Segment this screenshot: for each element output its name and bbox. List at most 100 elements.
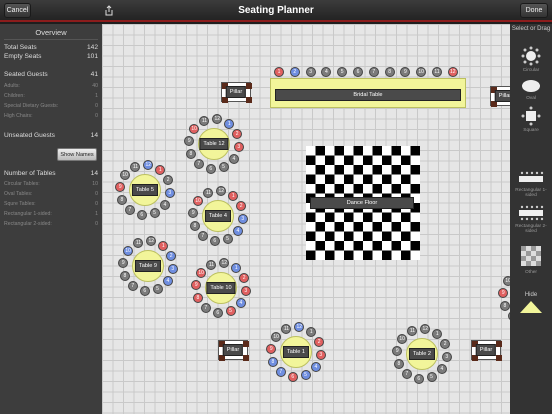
table-label: Table 10 — [206, 282, 236, 294]
cancel-button[interactable]: Cancel — [4, 3, 31, 18]
seat[interactable]: 5 — [149, 208, 160, 219]
seat[interactable]: 7 — [200, 302, 211, 313]
pillar-corner — [246, 83, 252, 89]
unseated-guests-row: Unseated Guests 14 — [4, 132, 98, 139]
bridal-seat[interactable]: 6 — [353, 67, 363, 77]
seat[interactable]: 6 — [413, 373, 424, 384]
seat[interactable]: 9 — [266, 343, 277, 354]
seat[interactable]: 8 — [119, 270, 130, 281]
seat[interactable]: 3 — [167, 264, 178, 275]
pillar-label: Pillar — [225, 86, 247, 98]
seat[interactable]: 3 — [240, 286, 251, 297]
seat[interactable]: 6 — [287, 371, 298, 382]
palette-title: Select or Drag — [511, 26, 551, 32]
seat[interactable]: 9 — [498, 287, 509, 298]
seat[interactable]: 7 — [197, 230, 208, 241]
seat[interactable]: 8 — [267, 356, 278, 367]
rectangular-1-sided-icon[interactable] — [517, 170, 545, 186]
oval-table-icon[interactable] — [519, 76, 543, 96]
seat[interactable]: 8 — [189, 220, 200, 231]
seat[interactable]: 5 — [152, 284, 163, 295]
seat[interactable]: 3 — [237, 214, 248, 225]
seat[interactable]: 5 — [225, 306, 236, 317]
seat[interactable]: 8 — [192, 292, 203, 303]
seat[interactable]: 7 — [193, 158, 204, 169]
other-label: Other — [525, 270, 537, 275]
seat[interactable]: 5 — [300, 370, 311, 381]
seat[interactable]: 7 — [127, 280, 138, 291]
seat[interactable]: 7 — [275, 366, 286, 377]
bridal-seat[interactable]: 7 — [368, 67, 379, 77]
rectangular-2-sided-label: Rectangular 2-sided — [515, 224, 547, 234]
bridal-seat[interactable]: 1 — [274, 67, 284, 77]
seat[interactable]: 7 — [124, 204, 135, 215]
seat[interactable]: 6 — [209, 235, 220, 246]
seat[interactable]: 6 — [136, 209, 147, 220]
hide-palette-button[interactable]: Hide — [510, 292, 552, 298]
seat[interactable]: 10 — [120, 169, 131, 180]
seat[interactable]: 3 — [233, 142, 244, 153]
seat[interactable]: 8 — [499, 300, 510, 311]
seat[interactable]: 8 — [393, 358, 404, 369]
circular-table-icon[interactable] — [521, 46, 541, 66]
bridal-seat[interactable]: 2 — [289, 67, 300, 77]
seat[interactable]: 5 — [426, 372, 437, 383]
seat[interactable]: 10 — [397, 333, 408, 344]
table-label: Table 2 — [408, 348, 436, 360]
seat[interactable]: 5 — [218, 162, 229, 173]
seat[interactable]: 10 — [123, 245, 134, 256]
seat[interactable]: 6 — [139, 285, 150, 296]
oval-tables-row: Oval Tables: 0 — [4, 191, 98, 197]
seat[interactable]: 4 — [232, 226, 243, 237]
seat[interactable]: 10 — [193, 195, 204, 206]
collapse-triangle-icon[interactable] — [519, 300, 543, 314]
bridal-table-label: Bridal Table — [275, 89, 461, 101]
seat[interactable]: 4 — [162, 276, 173, 287]
circular-label: Circular — [522, 68, 540, 73]
seat[interactable]: 9 — [115, 181, 126, 192]
seat[interactable]: 3 — [164, 188, 175, 199]
seat[interactable]: 5 — [222, 234, 233, 245]
rectangular-2-sided-row: Rectangular 2-sided: 0 — [4, 221, 98, 227]
rectangular-2-sided-icon[interactable] — [517, 204, 545, 222]
oval-label: Oval — [526, 96, 536, 101]
seat[interactable]: 10 — [196, 267, 207, 278]
seat[interactable]: 8 — [185, 148, 196, 159]
seat[interactable]: 4 — [436, 364, 447, 375]
seat[interactable]: 9 — [118, 257, 129, 268]
number-of-tables-row: Number of Tables 14 — [4, 170, 98, 177]
seat[interactable]: 4 — [228, 154, 239, 165]
seat[interactable]: 9 — [392, 345, 403, 356]
top-toolbar: Cancel Seating Planner Done — [0, 0, 552, 22]
seat[interactable]: 3 — [441, 352, 452, 363]
other-item-icon[interactable] — [521, 246, 541, 266]
seat[interactable]: 3 — [315, 350, 326, 361]
seat[interactable]: 9 — [191, 279, 202, 290]
seat[interactable]: 9 — [184, 135, 195, 146]
bridal-seat[interactable]: 12 — [447, 67, 458, 77]
seat[interactable]: 4 — [159, 200, 170, 211]
seat[interactable]: 8 — [116, 194, 127, 205]
seat[interactable]: 10 — [189, 123, 200, 134]
overview-sidebar: Overview Total Seats 142 Empty Seats 101 S… — [0, 24, 102, 414]
bridal-seat[interactable]: 8 — [384, 67, 395, 77]
bridal-seat[interactable]: 11 — [432, 67, 442, 77]
share-icon[interactable] — [104, 5, 114, 16]
table-label: Table 4 — [204, 210, 232, 222]
bridal-seat[interactable]: 3 — [305, 67, 316, 77]
pillar-corner — [243, 341, 249, 347]
seat[interactable]: 6 — [205, 163, 216, 174]
show-names-button[interactable]: Show Names — [57, 148, 97, 161]
table-label: Table 1 — [282, 346, 310, 358]
seat[interactable]: 4 — [310, 362, 321, 373]
done-button[interactable]: Done — [520, 3, 548, 18]
children-row: Children: 1 — [4, 93, 98, 99]
seat[interactable]: 6 — [212, 307, 223, 318]
seat[interactable]: 7 — [401, 368, 412, 379]
square-table-icon[interactable] — [521, 106, 541, 126]
seat[interactable]: 4 — [235, 298, 246, 309]
seat[interactable]: 10 — [271, 331, 282, 342]
seat[interactable]: 9 — [188, 207, 199, 218]
table-palette: Select or Drag Circular Oval Square Rect… — [510, 24, 552, 414]
divider — [4, 39, 98, 40]
